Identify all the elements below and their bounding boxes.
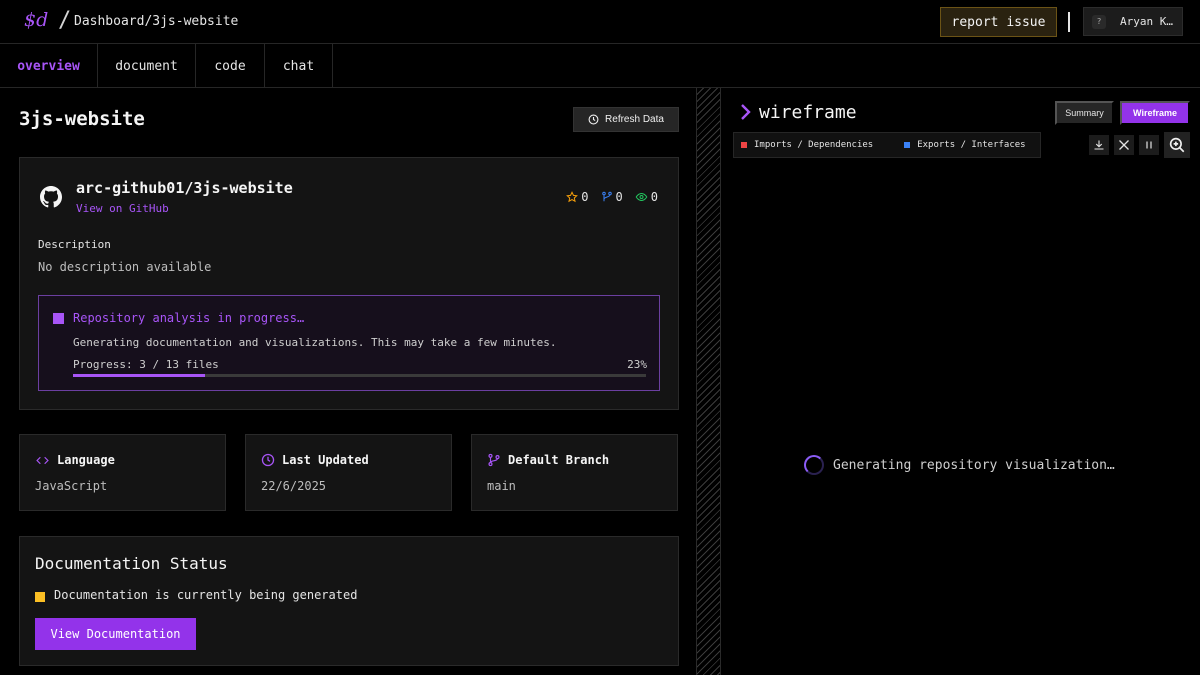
download-icon <box>1094 140 1104 150</box>
language-value: JavaScript <box>35 479 108 493</box>
loading-spinner <box>804 455 824 475</box>
branch-icon <box>488 453 500 467</box>
default-branch-card: Default Branch main <box>471 434 678 511</box>
forks-count: 0 <box>615 190 623 204</box>
language-title-row: Language <box>35 453 115 467</box>
language-title: Language <box>57 453 115 467</box>
default-branch-title-row: Default Branch <box>487 453 609 467</box>
repo-stats: 0 0 0 <box>554 190 658 204</box>
main-tabs: overview document code chat <box>0 44 1200 88</box>
wireframe-legend: Imports / Dependencies Exports / Interfa… <box>733 132 1041 158</box>
x-logo-icon <box>1119 140 1129 150</box>
stars-count: 0 <box>581 190 589 204</box>
view-documentation-button[interactable]: View Documentation <box>35 618 196 650</box>
analysis-progress-box: Repository analysis in progress… Generat… <box>38 295 660 391</box>
description-text: No description available <box>38 260 212 274</box>
avatar: ? <box>1092 14 1106 29</box>
last-updated-value: 22/6/2025 <box>261 479 327 493</box>
legend-imports-label: Imports / Dependencies <box>754 140 874 150</box>
repository-card: arc-github01/3js-website View on GitHub … <box>19 157 679 410</box>
documentation-title: Documentation Status <box>35 554 228 573</box>
legend-imports: Imports / Dependencies <box>741 140 873 150</box>
watchers-count: 0 <box>650 190 658 204</box>
code-icon <box>36 456 49 464</box>
last-updated-card: Last Updated 22/6/2025 <box>245 434 452 511</box>
user-name: Aryan K… <box>1120 15 1173 28</box>
tab-overview[interactable]: overview <box>0 44 98 88</box>
clock-icon <box>261 453 275 467</box>
last-updated-title: Last Updated <box>282 453 369 467</box>
star-icon <box>566 191 579 203</box>
progress-indicator <box>53 313 64 324</box>
chevron-right-icon <box>741 104 751 120</box>
default-branch-title: Default Branch <box>508 453 610 467</box>
zoom-in-icon <box>1169 137 1185 153</box>
zoom-in-button[interactable] <box>1164 132 1190 158</box>
view-on-github-link[interactable]: View on GitHub <box>76 202 169 215</box>
github-icon <box>40 186 62 208</box>
clock-icon <box>588 114 599 125</box>
forks-stat: 0 <box>601 190 623 204</box>
status-indicator <box>35 592 45 602</box>
description-label: Description <box>38 238 111 251</box>
top-bar: $d / Dashboard/3js-website report issue … <box>0 0 1200 44</box>
summary-toggle-button[interactable]: Summary <box>1055 101 1114 125</box>
share-x-button[interactable] <box>1114 135 1134 155</box>
tab-chat[interactable]: chat <box>265 44 333 88</box>
legend-exports: Exports / Interfaces <box>904 140 1026 150</box>
repo-full-name: arc-github01/3js-website <box>76 179 293 197</box>
analysis-title: Repository analysis in progress… <box>73 311 305 325</box>
wireframe-toggle-button[interactable]: Wireframe <box>1120 101 1190 125</box>
wireframe-title: wireframe <box>759 102 857 123</box>
tab-document[interactable]: document <box>98 44 196 88</box>
eye-icon <box>635 192 648 202</box>
refresh-data-button[interactable]: Refresh Data <box>573 107 679 132</box>
analysis-subtitle: Generating documentation and visualizati… <box>73 336 557 349</box>
documentation-status-text: Documentation is currently being generat… <box>54 588 358 602</box>
language-card: Language JavaScript <box>19 434 226 511</box>
panel-resize-handle[interactable] <box>696 88 721 675</box>
default-branch-value: main <box>487 479 516 493</box>
user-menu-button[interactable]: ? Aryan K… <box>1083 7 1183 36</box>
report-issue-button[interactable]: report issue <box>940 7 1057 37</box>
progress-bar-fill <box>73 374 205 377</box>
documentation-status-card: Documentation Status Documentation is cu… <box>19 536 679 666</box>
refresh-data-label: Refresh Data <box>605 114 664 125</box>
progress-percent: 23% <box>627 358 647 371</box>
download-button[interactable] <box>1089 135 1109 155</box>
progress-text: Progress: 3 / 13 files <box>73 358 219 371</box>
app-logo[interactable]: $d <box>24 9 48 31</box>
pause-icon <box>1146 141 1152 149</box>
last-updated-title-row: Last Updated <box>261 453 369 467</box>
breadcrumb-separator: / <box>58 8 72 33</box>
imports-swatch <box>741 142 747 148</box>
header-divider <box>1068 12 1070 32</box>
visualization-loading-text: Generating repository visualization… <box>833 458 1115 473</box>
pause-button[interactable] <box>1139 135 1159 155</box>
fork-icon <box>601 191 612 202</box>
stars-stat: 0 <box>566 190 589 204</box>
breadcrumb[interactable]: Dashboard/3js-website <box>74 14 238 29</box>
legend-exports-label: Exports / Interfaces <box>917 140 1026 150</box>
tab-code[interactable]: code <box>196 44 265 88</box>
progress-bar <box>73 374 646 377</box>
exports-swatch <box>904 142 911 148</box>
watchers-stat: 0 <box>635 190 658 204</box>
page-title: 3js-website <box>19 108 145 130</box>
